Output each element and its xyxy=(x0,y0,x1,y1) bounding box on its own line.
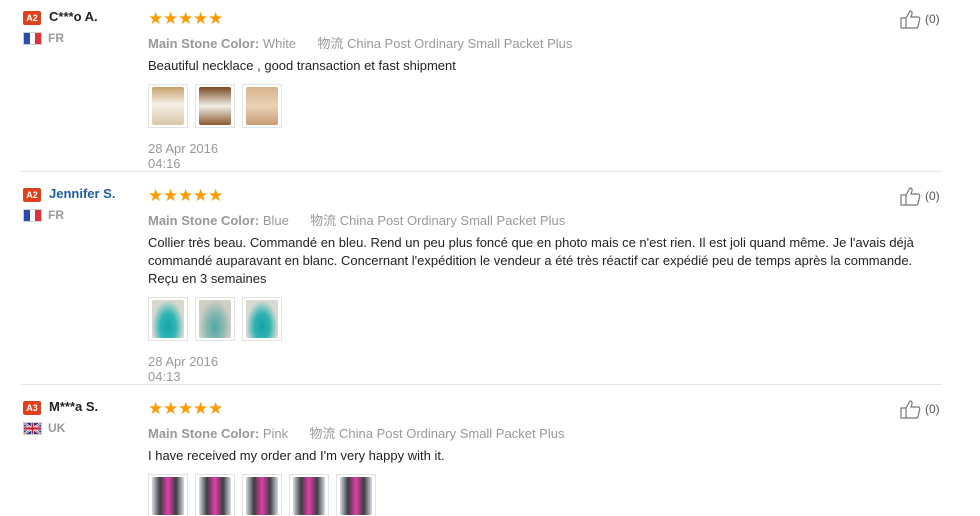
review-text: Collier très beau. Commandé en bleu. Ren… xyxy=(148,235,914,286)
shipping-method: China Post Ordinary Small Packet Plus xyxy=(339,426,565,441)
level-badge: A2 xyxy=(23,11,41,25)
review-date: 28 Apr 2016 04:13 xyxy=(148,354,219,384)
thumbs-up-icon xyxy=(900,187,921,206)
main-stone-value: White xyxy=(262,36,297,51)
main-stone-label: Main Stone Color: xyxy=(148,213,260,228)
star-icon: ★ xyxy=(148,399,164,418)
review-photos xyxy=(148,474,376,516)
shipping-method: China Post Ordinary Small Packet Plus xyxy=(346,36,573,51)
star-icon: ★ xyxy=(208,186,224,205)
order-attributes: Main Stone Color: White 物流 China Post Or… xyxy=(148,33,572,52)
star-icon: ★ xyxy=(178,9,194,28)
review-photos xyxy=(148,84,282,128)
thumbs-up-icon xyxy=(900,10,921,29)
star-rating: ★ ★ ★ ★ ★ xyxy=(148,400,223,418)
star-icon: ★ xyxy=(148,186,164,205)
france-flag-icon xyxy=(23,209,42,222)
review-body: ★ ★ ★ ★ ★ Main Stone Color: White 物流 China P… xyxy=(148,10,572,171)
reviewer-country: UK xyxy=(48,421,66,435)
necklace-pink-photo[interactable] xyxy=(336,474,376,516)
level-badge: A2 xyxy=(23,188,41,202)
logistics-label: 物流 xyxy=(309,426,336,441)
uk-flag-icon xyxy=(23,422,42,435)
necklace-blue-photo[interactable] xyxy=(195,297,235,341)
necklace-blue-photo[interactable] xyxy=(242,297,282,341)
star-icon: ★ xyxy=(208,9,224,28)
star-icon: ★ xyxy=(163,399,179,418)
order-attributes: Main Stone Color: Blue 物流 China Post Ord… xyxy=(148,210,565,229)
level-badge: A3 xyxy=(23,401,41,415)
star-icon: ★ xyxy=(163,9,179,28)
star-icon: ★ xyxy=(148,9,164,28)
reviewer-country: FR xyxy=(48,208,64,222)
star-rating: ★ ★ ★ ★ ★ xyxy=(148,10,223,28)
star-icon: ★ xyxy=(193,9,209,28)
necklace-white-photo[interactable] xyxy=(195,84,235,128)
helpful-button[interactable]: (0) xyxy=(900,186,940,206)
necklace-white-photo[interactable] xyxy=(148,84,188,128)
logistics-label: 物流 xyxy=(310,213,337,228)
main-stone-value: Pink xyxy=(262,426,289,441)
review-divider xyxy=(20,171,942,172)
helpful-button[interactable]: (0) xyxy=(900,399,940,419)
reviewer-name-link[interactable]: Jennifer S. xyxy=(49,186,115,201)
star-icon: ★ xyxy=(193,186,209,205)
star-rating: ★ ★ ★ ★ ★ xyxy=(148,187,223,205)
reviewer-country: FR xyxy=(48,31,64,45)
review-text: Beautiful necklace , good transaction et… xyxy=(148,58,456,73)
review-divider xyxy=(20,384,942,385)
necklace-blue-photo[interactable] xyxy=(148,297,188,341)
reviewer-name: M***a S. xyxy=(49,399,99,414)
review-body: ★ ★ ★ ★ ★ Main Stone Color: Pink 物流 China Po… xyxy=(148,400,564,516)
review-photos xyxy=(148,297,282,341)
necklace-pink-photo[interactable] xyxy=(195,474,235,516)
review-text: I have received my order and I'm very ha… xyxy=(148,448,445,463)
logistics-label: 物流 xyxy=(317,36,344,51)
helpful-count: (0) xyxy=(925,402,940,416)
helpful-count: (0) xyxy=(925,189,940,203)
necklace-pink-photo[interactable] xyxy=(148,474,188,516)
necklace-white-photo[interactable] xyxy=(242,84,282,128)
helpful-count: (0) xyxy=(925,12,940,26)
star-icon: ★ xyxy=(193,399,209,418)
star-icon: ★ xyxy=(208,399,224,418)
necklace-pink-photo[interactable] xyxy=(242,474,282,516)
main-stone-label: Main Stone Color: xyxy=(148,36,260,51)
necklace-pink-photo[interactable] xyxy=(289,474,329,516)
thumbs-up-icon xyxy=(900,400,921,419)
star-icon: ★ xyxy=(178,399,194,418)
helpful-button[interactable]: (0) xyxy=(900,9,940,29)
shipping-method: China Post Ordinary Small Packet Plus xyxy=(339,213,566,228)
france-flag-icon xyxy=(23,32,42,45)
main-stone-label: Main Stone Color: xyxy=(148,426,260,441)
star-icon: ★ xyxy=(163,186,179,205)
reviewer-name: C***o A. xyxy=(49,9,98,24)
main-stone-value: Blue xyxy=(262,213,289,228)
star-icon: ★ xyxy=(178,186,194,205)
review-date: 28 Apr 2016 04:16 xyxy=(148,141,219,171)
order-attributes: Main Stone Color: Pink 物流 China Post Ord… xyxy=(148,423,564,442)
review-body: ★ ★ ★ ★ ★ Main Stone Color: Blue 物流 China Po… xyxy=(148,187,914,384)
